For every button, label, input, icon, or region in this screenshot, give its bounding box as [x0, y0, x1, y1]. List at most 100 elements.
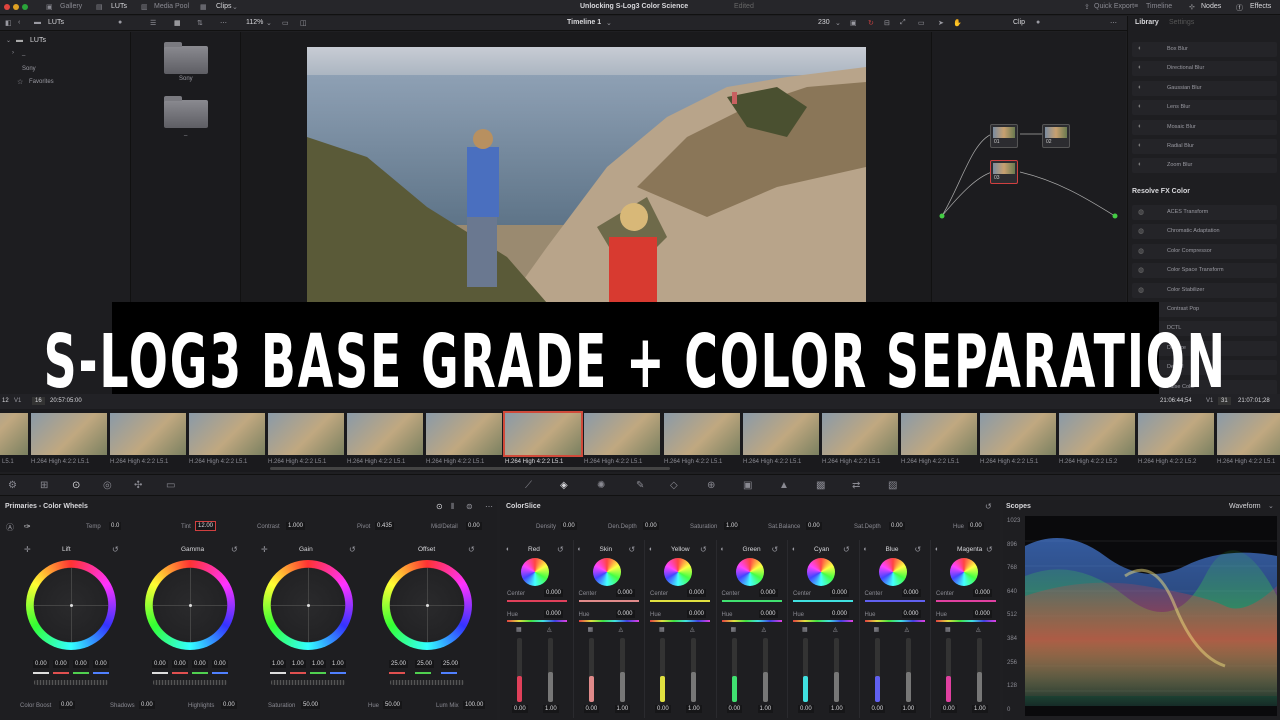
center-field[interactable]: 0.000 — [758, 589, 778, 597]
library-item[interactable]: ◐ Lens Blur — [1132, 100, 1277, 116]
clip-thumbnail[interactable] — [822, 413, 898, 455]
nodes-icon[interactable]: ⊹ — [1189, 3, 1195, 11]
saturation-field[interactable]: 50.00 — [301, 701, 321, 709]
pivot-field[interactable]: 0.435 — [375, 522, 395, 530]
color-wheels-icon[interactable]: ⊙ — [72, 480, 80, 491]
color-boost-field[interactable]: 0.00 — [59, 701, 75, 709]
center-field[interactable]: 0.000 — [830, 589, 850, 597]
master-wheel[interactable] — [34, 680, 108, 685]
master-wheel[interactable] — [153, 680, 227, 685]
slice-color-swatch[interactable] — [878, 558, 907, 586]
shadows-field[interactable]: 0.00 — [139, 701, 155, 709]
library-item[interactable]: ◍ Color Compressor — [1132, 243, 1277, 259]
library-item[interactable]: ◐ Radial Blur — [1132, 139, 1277, 154]
contrast-field[interactable]: 1.000 — [286, 522, 306, 530]
3d-icon[interactable]: ▨ — [888, 480, 897, 491]
center-field[interactable]: 0.000 — [544, 589, 564, 597]
reset-icon[interactable]: ↺ — [986, 545, 993, 554]
clip-thumbnail[interactable] — [743, 413, 819, 455]
clip-thumbnail[interactable] — [1217, 413, 1280, 455]
center-slider[interactable] — [936, 600, 996, 602]
slider-handle-icon[interactable]: ● — [1036, 19, 1040, 26]
hue-slider[interactable] — [936, 620, 996, 622]
saturation-field[interactable]: 1.00 — [724, 522, 740, 530]
color-wheel-lift[interactable] — [26, 560, 116, 650]
tint-field[interactable]: 12.00 — [194, 521, 217, 531]
bars-mode-icon[interactable]: ⦀ — [451, 502, 455, 512]
eyedropper-icon[interactable]: ✎ — [636, 480, 644, 491]
clip-thumbnail[interactable] — [584, 413, 660, 455]
clip-thumbnail[interactable] — [1138, 413, 1214, 455]
hdr-icon[interactable]: ◎ — [103, 480, 112, 491]
density-value[interactable]: 0.00 — [869, 705, 886, 713]
luts-icon[interactable]: ▤ — [96, 3, 103, 11]
wheel-value[interactable]: 0.00 — [53, 660, 69, 668]
luts-tab[interactable]: LUTs — [111, 3, 127, 10]
wheel-value[interactable]: 1.00 — [290, 660, 306, 668]
wipe-icon[interactable]: ◫ — [300, 19, 307, 27]
hue-field[interactable]: 0.000 — [544, 610, 564, 618]
slice-color-swatch[interactable] — [950, 558, 978, 586]
rgb-mixer-icon[interactable]: ✣ — [134, 480, 142, 491]
center-slider[interactable] — [864, 600, 925, 602]
center-slider[interactable] — [721, 600, 782, 602]
tab-library[interactable]: Library — [1135, 19, 1159, 26]
lum-mix-field[interactable]: 100.00 — [463, 701, 486, 709]
color-match-icon[interactable]: ⊞ — [40, 480, 48, 491]
hue-field[interactable]: 0.000 — [973, 610, 993, 618]
sort-icon[interactable]: ⇅ — [197, 19, 203, 27]
clip-thumbnail[interactable] — [31, 413, 107, 455]
folder-icon[interactable] — [164, 42, 208, 74]
library-item[interactable]: ◐ Zoom Blur — [1132, 158, 1277, 174]
saturation-value[interactable]: 1.00 — [614, 705, 631, 713]
log-mode-icon[interactable]: ⊜ — [466, 502, 473, 511]
toggle-icon[interactable]: ◐ — [935, 546, 939, 553]
clip-thumbnail[interactable] — [1059, 413, 1135, 455]
qualifier-icon[interactable]: ✺ — [597, 480, 605, 491]
toggle-icon[interactable]: ◐ — [578, 546, 582, 553]
frame-counter[interactable]: 230 — [818, 19, 830, 26]
library-item[interactable]: ◐ Mosaic Blur — [1132, 119, 1277, 135]
color-wheel-offset[interactable] — [382, 560, 472, 650]
density-slider[interactable] — [731, 638, 737, 702]
grid-view-icon[interactable]: ▦ — [174, 19, 181, 27]
reset-icon[interactable]: ↺ — [557, 545, 564, 554]
hue-field[interactable]: 0.000 — [615, 610, 635, 618]
center-field[interactable]: 0.000 — [615, 589, 635, 597]
saturation-slider[interactable] — [619, 638, 625, 702]
zoom-chevron-icon[interactable]: ⌄ — [266, 19, 272, 27]
master-wheel[interactable] — [390, 680, 464, 685]
zoom-level[interactable]: 112% — [246, 19, 263, 26]
slider-handle-icon[interactable]: ● — [118, 19, 122, 26]
density-slider[interactable] — [660, 638, 665, 702]
color-wheel-gamma[interactable] — [145, 560, 235, 650]
minimize-window-button[interactable] — [13, 4, 19, 10]
media-pool-icon[interactable]: ▥ — [141, 3, 148, 11]
wheel-value[interactable]: 0.00 — [33, 660, 49, 668]
lut-tree-root[interactable]: LUTs — [30, 37, 46, 44]
mid-detail-field[interactable]: 0.00 — [466, 522, 482, 530]
library-item[interactable]: ◐ Box Blur — [1132, 42, 1277, 57]
saturation-slider[interactable] — [834, 638, 839, 702]
library-item[interactable]: ◍ Color Space Transform — [1132, 263, 1277, 279]
slice-color-swatch[interactable] — [735, 558, 764, 586]
center-slider[interactable] — [578, 600, 639, 602]
effects-button[interactable]: Effects — [1250, 3, 1271, 10]
auto-balance-icon[interactable]: Ⓐ — [6, 522, 14, 533]
saturation-value[interactable]: 1.00 — [972, 705, 988, 713]
density-value[interactable]: 0.00 — [583, 705, 600, 713]
folder-icon[interactable] — [164, 96, 208, 128]
hue-slider[interactable] — [721, 620, 782, 622]
hue-slider[interactable] — [793, 620, 853, 622]
hue-slider[interactable] — [507, 620, 567, 622]
sidebar-toggle-icon[interactable]: ◧ — [5, 19, 12, 27]
wheel-value[interactable]: 0.00 — [73, 660, 89, 668]
saturation-slider[interactable] — [548, 638, 553, 702]
lut-tree-item-sony[interactable]: Sony — [22, 66, 36, 72]
density-value[interactable]: 0.00 — [726, 705, 743, 713]
master-wheel[interactable] — [271, 680, 345, 685]
hue-field[interactable]: 0.000 — [830, 610, 850, 618]
hue-field[interactable]: 0.000 — [687, 610, 707, 618]
close-window-button[interactable] — [4, 4, 10, 10]
reset-icon[interactable]: ↺ — [349, 545, 356, 554]
